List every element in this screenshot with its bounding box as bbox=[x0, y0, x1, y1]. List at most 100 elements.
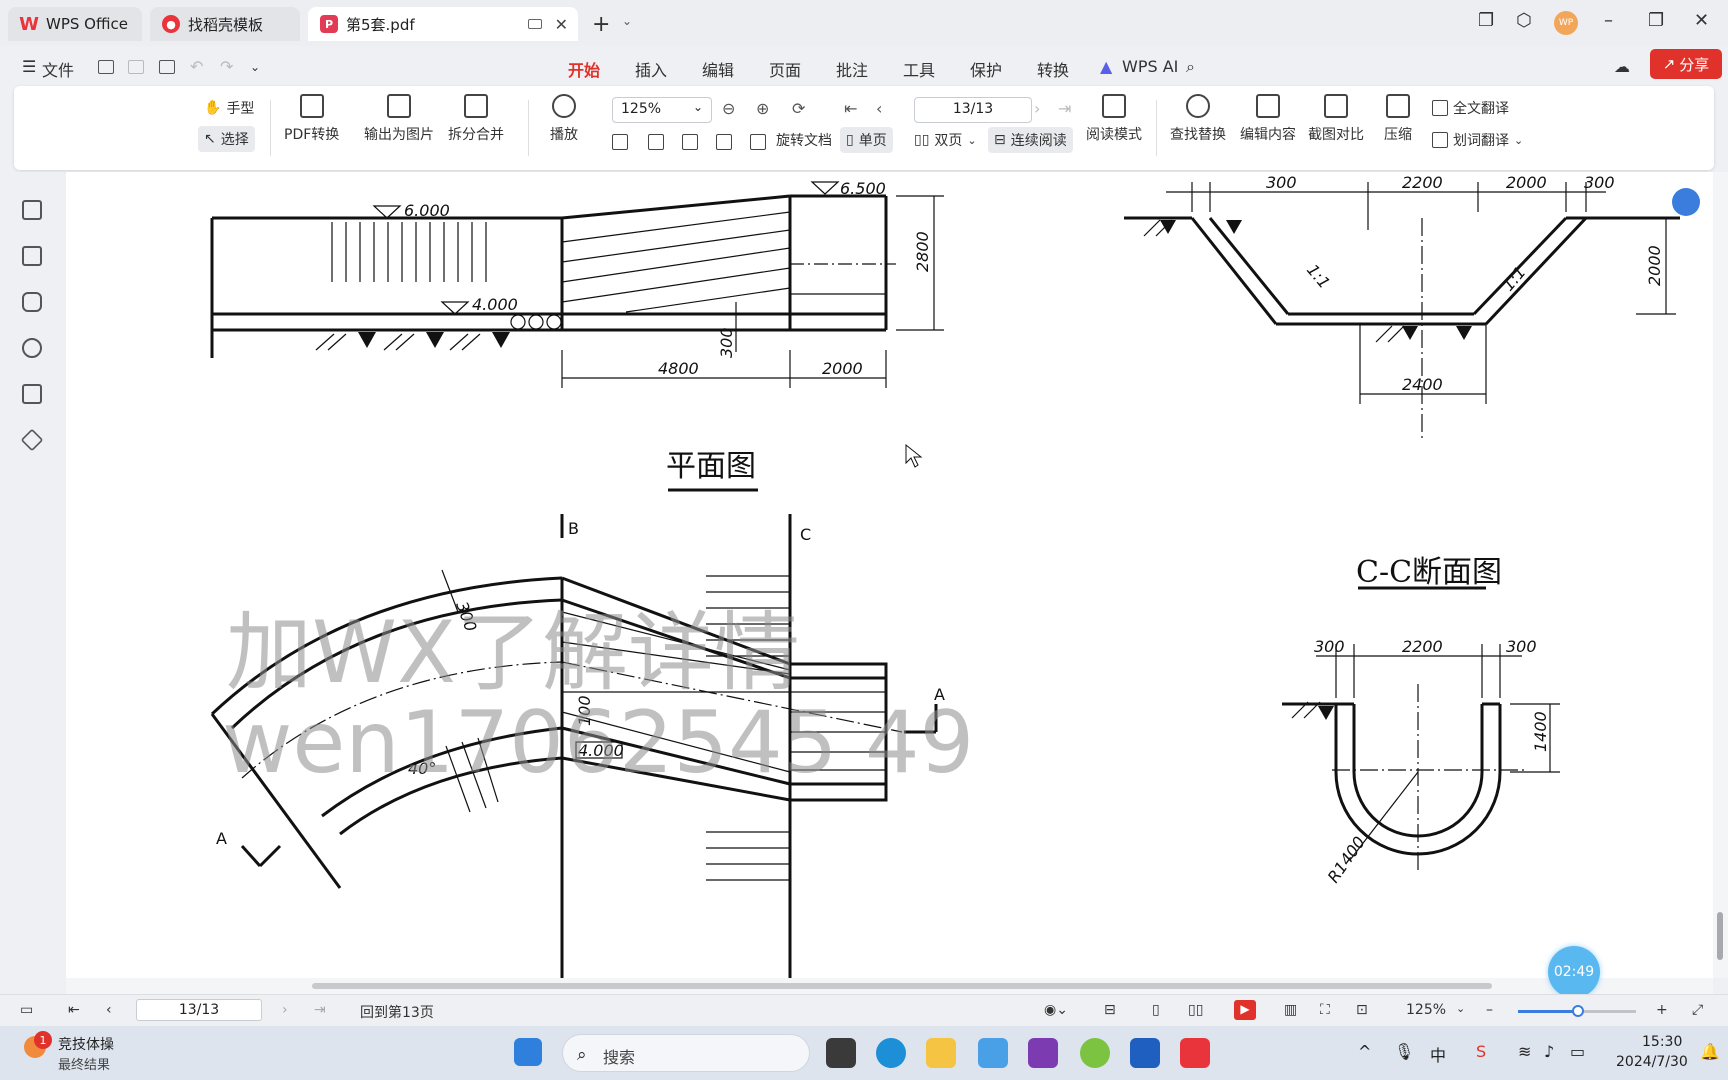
next-page-icon[interactable]: › bbox=[282, 1002, 288, 1018]
redo-icon[interactable]: ↷ bbox=[220, 57, 233, 76]
tray-overflow-icon[interactable]: ^ bbox=[1358, 1042, 1371, 1061]
bookmark-icon[interactable] bbox=[22, 200, 42, 220]
next-page-icon[interactable]: › bbox=[1034, 99, 1040, 118]
double-page-button[interactable]: ▯▯ 双页 ⌄ bbox=[914, 130, 977, 150]
restore-button[interactable]: ❐ bbox=[1648, 10, 1664, 31]
zoom-in-button[interactable]: + bbox=[1656, 1002, 1668, 1018]
zoom-select[interactable]: 125% ⌄ bbox=[612, 97, 712, 123]
app-tray-icon[interactable]: S bbox=[1476, 1042, 1486, 1061]
document-view[interactable]: 6.000 6.500 4.000 2800 300 4800 2000 300… bbox=[66, 172, 1713, 978]
fit-width-icon[interactable]: ▥ bbox=[1284, 1002, 1297, 1018]
avatar[interactable]: WP bbox=[1554, 11, 1578, 35]
status-zoom-value[interactable]: 125% bbox=[1406, 1002, 1446, 1018]
news-subtitle[interactable]: 最终结果 bbox=[58, 1054, 110, 1073]
app-icon[interactable] bbox=[1080, 1038, 1110, 1068]
clock-date[interactable]: 2024/7/30 bbox=[1616, 1054, 1688, 1070]
new-tab-button[interactable]: + bbox=[592, 12, 610, 37]
sidebar-toggle-icon[interactable]: ▭ bbox=[20, 1002, 33, 1018]
news-title[interactable]: 竞技体操 bbox=[58, 1034, 114, 1054]
fullscreen-icon[interactable]: ⤢ bbox=[1692, 1002, 1703, 1018]
zoom-out-button[interactable]: – bbox=[1486, 1002, 1493, 1018]
open-folder-icon[interactable] bbox=[98, 60, 114, 74]
vertical-scroll-thumb[interactable] bbox=[1717, 912, 1723, 960]
fit-width-icon[interactable] bbox=[682, 134, 698, 150]
prev-page-icon[interactable]: ‹ bbox=[876, 99, 882, 118]
rotate-document-button[interactable]: 旋转文档 bbox=[776, 130, 832, 150]
first-page-icon[interactable]: ⇤ bbox=[844, 99, 857, 118]
rotate-right-icon[interactable] bbox=[750, 134, 766, 150]
zoom-slider[interactable] bbox=[1518, 1005, 1636, 1017]
screenshot-compare-button[interactable]: 截图对比 bbox=[1308, 94, 1364, 144]
ime-indicator[interactable]: 中 bbox=[1430, 1042, 1446, 1066]
find-replace-button[interactable]: 查找替换 bbox=[1170, 94, 1226, 144]
onenote-icon[interactable] bbox=[1028, 1038, 1058, 1068]
full-translate-button[interactable]: 全文翻译 bbox=[1432, 98, 1509, 118]
file-menu[interactable]: 文件 bbox=[42, 57, 74, 81]
last-page-icon[interactable]: ⇥ bbox=[1058, 99, 1071, 118]
single-view-icon[interactable]: ▯ bbox=[1152, 1002, 1160, 1018]
last-page-icon[interactable]: ⇥ bbox=[314, 1002, 326, 1018]
edit-content-button[interactable]: 编辑内容 bbox=[1240, 94, 1296, 144]
select-tool-button[interactable]: ↖ 选择 bbox=[198, 126, 255, 152]
volume-icon[interactable]: ♪ bbox=[1544, 1042, 1554, 1061]
menu-page[interactable]: 页面 bbox=[769, 57, 801, 81]
quick-access-chevron-icon[interactable]: ⌄ bbox=[250, 60, 260, 74]
cube-icon[interactable]: ⬡ bbox=[1516, 10, 1532, 31]
rotate-left-icon[interactable] bbox=[716, 134, 732, 150]
tab-wps-office[interactable]: W WPS Office bbox=[8, 7, 142, 41]
task-view-icon[interactable] bbox=[826, 1038, 856, 1068]
menu-edit[interactable]: 编辑 bbox=[702, 57, 734, 81]
hamburger-menu-icon[interactable]: ☰ bbox=[22, 57, 36, 76]
floating-tool-button[interactable] bbox=[1672, 188, 1700, 216]
tab-template[interactable]: ● 找稻壳模板 bbox=[150, 7, 300, 41]
play-button[interactable]: 播放 bbox=[550, 94, 578, 144]
window-layout-icon[interactable]: ❐ bbox=[1478, 10, 1494, 31]
single-page-button[interactable]: ▯ 单页 bbox=[840, 127, 893, 153]
reading-mode-button[interactable]: 阅读模式 bbox=[1086, 94, 1142, 144]
zoom-in-icon[interactable]: ⊕ bbox=[756, 99, 769, 118]
export-image-button[interactable]: 输出为图片 bbox=[364, 94, 434, 144]
word-translate-button[interactable]: 划词翻译 ⌄ bbox=[1432, 130, 1523, 150]
actual-size-icon[interactable]: ⊡ bbox=[1356, 1002, 1368, 1018]
continuous-reading-button[interactable]: ⊟ 连续阅读 bbox=[988, 127, 1073, 153]
horizontal-scroll-thumb[interactable] bbox=[312, 983, 1492, 989]
status-page-input[interactable]: 13/13 bbox=[136, 999, 262, 1021]
taskbar-search[interactable]: ⌕ 搜索 bbox=[562, 1034, 810, 1072]
tab-pdf-document[interactable]: P 第5套.pdf ✕ bbox=[308, 7, 578, 41]
microphone-icon[interactable]: 🎙 bbox=[1394, 1042, 1414, 1061]
menu-annotate[interactable]: 批注 bbox=[836, 57, 868, 81]
eye-protection-icon[interactable]: ◉⌄ bbox=[1044, 1002, 1068, 1018]
zoom-out-icon[interactable]: ⊖ bbox=[722, 99, 735, 118]
compress-button[interactable]: 压缩 bbox=[1384, 94, 1412, 144]
menu-insert[interactable]: 插入 bbox=[635, 57, 667, 81]
revit-icon[interactable] bbox=[1130, 1038, 1160, 1068]
zoom-slider-knob[interactable] bbox=[1572, 1005, 1584, 1017]
close-window-button[interactable]: ✕ bbox=[1694, 10, 1709, 31]
print-icon[interactable] bbox=[159, 60, 175, 74]
file-explorer-icon[interactable] bbox=[926, 1038, 956, 1068]
actual-size-icon[interactable] bbox=[612, 134, 628, 150]
continuous-view-icon[interactable]: ⊟ bbox=[1104, 1002, 1116, 1018]
app-icon[interactable] bbox=[978, 1038, 1008, 1068]
attachment-icon[interactable] bbox=[22, 338, 42, 358]
save-icon[interactable] bbox=[128, 60, 144, 74]
windows-start-icon[interactable] bbox=[514, 1038, 542, 1066]
battery-icon[interactable]: ▭ bbox=[1570, 1042, 1585, 1061]
share-button[interactable]: ↗ 分享 bbox=[1650, 49, 1722, 79]
window-mode-icon[interactable] bbox=[528, 19, 542, 29]
fit-page-icon[interactable]: ⛶ bbox=[1320, 1002, 1330, 1018]
menu-start[interactable]: 开始 bbox=[568, 57, 601, 89]
menu-wps-ai[interactable]: WPS AI bbox=[1122, 57, 1178, 76]
notification-bell-icon[interactable]: 🔔 bbox=[1700, 1042, 1720, 1061]
back-to-page-link[interactable]: 回到第13页 bbox=[360, 1002, 434, 1022]
edge-browser-icon[interactable] bbox=[876, 1038, 906, 1068]
chevron-down-icon[interactable]: ⌄ bbox=[1456, 1002, 1465, 1015]
tab-list-chevron-icon[interactable]: ⌄ bbox=[622, 14, 632, 28]
play-slideshow-icon[interactable]: ▶ bbox=[1234, 1000, 1256, 1020]
rotate-pages-icon[interactable]: ⟳ bbox=[792, 99, 805, 118]
fit-page-icon[interactable] bbox=[648, 134, 664, 150]
vertical-scrollbar[interactable] bbox=[1713, 172, 1728, 978]
cloud-icon[interactable]: ☁ bbox=[1614, 57, 1630, 76]
close-tab-icon[interactable]: ✕ bbox=[555, 15, 568, 34]
clock-time[interactable]: 15:30 bbox=[1642, 1034, 1682, 1050]
